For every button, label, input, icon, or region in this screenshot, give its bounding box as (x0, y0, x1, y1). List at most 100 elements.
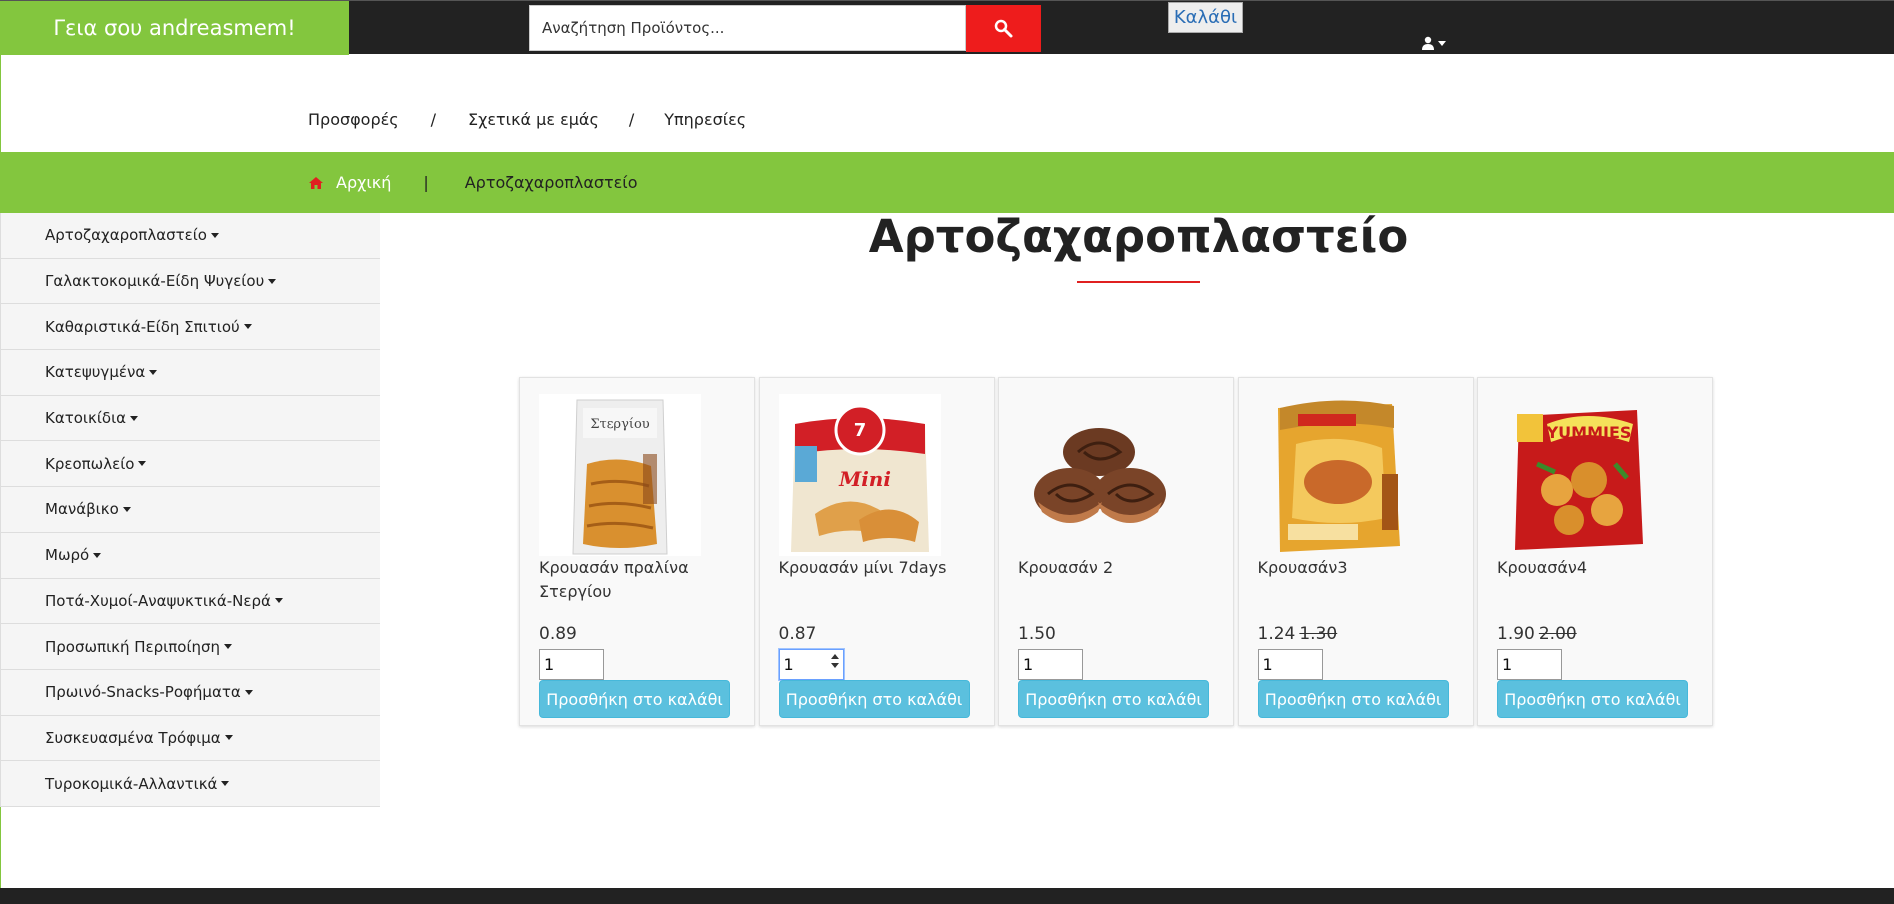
caret-down-icon (221, 781, 230, 787)
category-sidebar: Αρτοζαχαροπλαστείο Γαλακτοκομικά-Είδη Ψυ… (0, 213, 380, 807)
stepper-arrows[interactable] (830, 654, 839, 668)
add-to-cart-button[interactable]: Προσθήκη στο καλάθι (539, 680, 730, 718)
nav-link-offers[interactable]: Προσφορές (308, 110, 399, 129)
product-image-croissant-praline: Στεργίου (539, 394, 701, 556)
caret-down-icon (93, 552, 102, 558)
svg-text:Mini: Mini (838, 467, 891, 491)
breadcrumb-home-label: Αρχική (336, 173, 392, 192)
product-image-yummies-pack: YUMMIES (1497, 394, 1659, 556)
product-image-rusk-pack (1257, 394, 1420, 556)
chevron-down-icon (1438, 40, 1446, 46)
sidebar-item-dairy[interactable]: Γαλακτοκομικά-Είδη Ψυγείου (0, 258, 380, 305)
product-price-value: 0.89 (539, 624, 577, 644)
quantity-input[interactable]: 1 (539, 649, 604, 680)
product-card: Στεργίου Κρουασάν πραλίνα Στεργίου 0.89 … (519, 377, 755, 726)
search-icon (994, 19, 1012, 37)
sidebar-item-label: Μωρό (45, 546, 90, 565)
chevron-up-icon[interactable] (830, 654, 839, 659)
caret-down-icon (224, 735, 233, 741)
add-to-cart-button[interactable]: Προσθήκη στο καλάθι (1257, 680, 1449, 718)
cart-link[interactable]: Καλάθι (1168, 2, 1243, 33)
breadcrumb-separator: | (423, 173, 429, 192)
product-price: 1.50 (1018, 624, 1056, 644)
user-icon (1422, 36, 1434, 50)
product-price-value: 1.50 (1018, 624, 1056, 644)
breadcrumb-bar: Αρχική | Αρτοζαχαροπλαστείο (0, 152, 1894, 213)
sidebar-item-frozen[interactable]: Κατεψυγμένα (0, 350, 380, 396)
sidebar-item-bakery[interactable]: Αρτοζαχαροπλαστείο (0, 213, 380, 259)
caret-down-icon (268, 278, 277, 284)
sidebar-item-label: Πρωινό-Snacks-Ροφήματα (45, 683, 241, 702)
sidebar-item-label: Καθαριστικά-Είδη Σπιτιού (45, 317, 240, 336)
sidebar-item-drinks[interactable]: Ποτά-Χυμοί-Αναψυκτικά-Νερά (0, 578, 380, 625)
caret-down-icon (138, 461, 147, 467)
sidebar-item-baby[interactable]: Μωρό (0, 532, 380, 579)
sidebar-item-label: Προσωπική Περιποίηση (45, 637, 221, 656)
product-grid: Στεργίου Κρουασάν πραλίνα Στεργίου 0.89 … (519, 377, 1717, 726)
product-price-value: 1.24 (1257, 624, 1296, 644)
nav-link-services[interactable]: Υπηρεσίες (664, 110, 746, 129)
breadcrumb-home[interactable]: Αρχική (308, 173, 391, 192)
breadcrumb: Αρχική | Αρτοζαχαροπλαστείο (308, 152, 638, 213)
add-to-cart-button[interactable]: Προσθήκη στο καλάθι (1018, 680, 1209, 718)
footer-bar (0, 888, 1894, 904)
product-card: Κρουασάν 2 1.50 1 Προσθήκη στο καλάθι (998, 377, 1234, 726)
product-price-value: 1.90 (1497, 624, 1535, 644)
quantity-input[interactable]: 1 (1018, 649, 1083, 680)
sidebar-item-cheese-deli[interactable]: Τυροκομικά-Αλλαντικά (0, 761, 380, 807)
title-underline (1077, 281, 1200, 283)
sidebar-item-label: Μανάβικο (45, 500, 119, 519)
sidebar-item-label: Κρεοπωλείο (45, 454, 135, 473)
svg-text:7: 7 (853, 420, 866, 441)
user-menu-button[interactable] (1421, 35, 1451, 51)
caret-down-icon (244, 689, 253, 695)
sidebar-item-label: Κατοικίδια (45, 409, 127, 428)
product-image-7days-mini-croissant: 7 Mini (778, 394, 941, 556)
add-to-cart-button[interactable]: Προσθήκη στο καλάθι (778, 680, 970, 718)
sidebar-item-label: Κατεψυγμένα (45, 363, 146, 382)
quantity-input[interactable]: 1 (1497, 649, 1562, 680)
caret-down-icon (210, 232, 219, 238)
sidebar-item-packaged-food[interactable]: Συσκευασμένα Τρόφιμα (0, 715, 380, 762)
product-name[interactable]: Κρουασάν3 (1258, 556, 1458, 580)
home-icon (309, 176, 323, 189)
greeting-banner: Γεια σου andreasmem! (0, 1, 349, 55)
top-bar: Γεια σου andreasmem! Αναζήτηση Προϊόντος… (0, 0, 1894, 55)
secondary-nav: Προσφορές / Σχετικά με εμάς / Υπηρεσίες (308, 110, 746, 129)
sidebar-item-cleaning[interactable]: Καθαριστικά-Είδη Σπιτιού (0, 304, 380, 351)
product-card: Κρουασάν3 1.24 1.30 1 Προσθήκη στο καλάθι (1237, 377, 1474, 726)
product-price: 1.90 2.00 (1497, 624, 1577, 644)
product-card: YUMMIES Κρουασάν4 1.90 2.00 1 Προσθήκη στ… (1477, 377, 1713, 726)
add-to-cart-button[interactable]: Προσθήκη στο καλάθι (1497, 680, 1688, 718)
product-price: 1.24 1.30 (1258, 624, 1338, 644)
product-price: 0.87 (779, 624, 817, 644)
product-name[interactable]: Κρουασάν πραλίνα Στεργίου (539, 556, 739, 604)
product-name[interactable]: Κρουασάν 2 (1018, 556, 1218, 580)
sidebar-item-label: Τυροκομικά-Αλλαντικά (45, 774, 218, 793)
breadcrumb-current: Αρτοζαχαροπλαστείο (464, 173, 638, 192)
sidebar-item-breakfast[interactable]: Πρωινό-Snacks-Ροφήματα (0, 669, 380, 716)
quantity-stepper[interactable]: 1 (778, 649, 844, 680)
search-input[interactable]: Αναζήτηση Προϊόντος... (529, 5, 966, 51)
nav-separator: / (628, 110, 635, 129)
sidebar-item-personal-care[interactable]: Προσωπική Περιποίηση (0, 624, 380, 670)
nav-separator: / (430, 110, 437, 129)
svg-text:Στεργίου: Στεργίου (590, 417, 649, 432)
quantity-value: 1 (783, 655, 794, 674)
caret-down-icon (149, 369, 158, 375)
page-title: Αρτοζαχαροπλαστείο (868, 210, 1409, 263)
caret-down-icon (274, 598, 283, 604)
chevron-down-icon[interactable] (830, 663, 839, 668)
caret-down-icon (130, 415, 139, 421)
product-name[interactable]: Κρουασάν μίνι 7days (779, 556, 979, 580)
sidebar-item-greengrocer[interactable]: Μανάβικο (0, 487, 380, 533)
sidebar-item-butcher[interactable]: Κρεοπωλείο (0, 441, 380, 488)
sidebar-item-pets[interactable]: Κατοικίδια (0, 395, 380, 442)
product-name[interactable]: Κρουασάν4 (1497, 556, 1697, 580)
quantity-input[interactable]: 1 (1257, 649, 1323, 680)
nav-link-about[interactable]: Σχετικά με εμάς (468, 110, 599, 129)
sidebar-item-label: Γαλακτοκομικά-Είδη Ψυγείου (45, 272, 265, 291)
product-price-value: 0.87 (778, 624, 817, 644)
search-button[interactable] (966, 5, 1041, 52)
product-old-price: 1.30 (1299, 624, 1338, 644)
